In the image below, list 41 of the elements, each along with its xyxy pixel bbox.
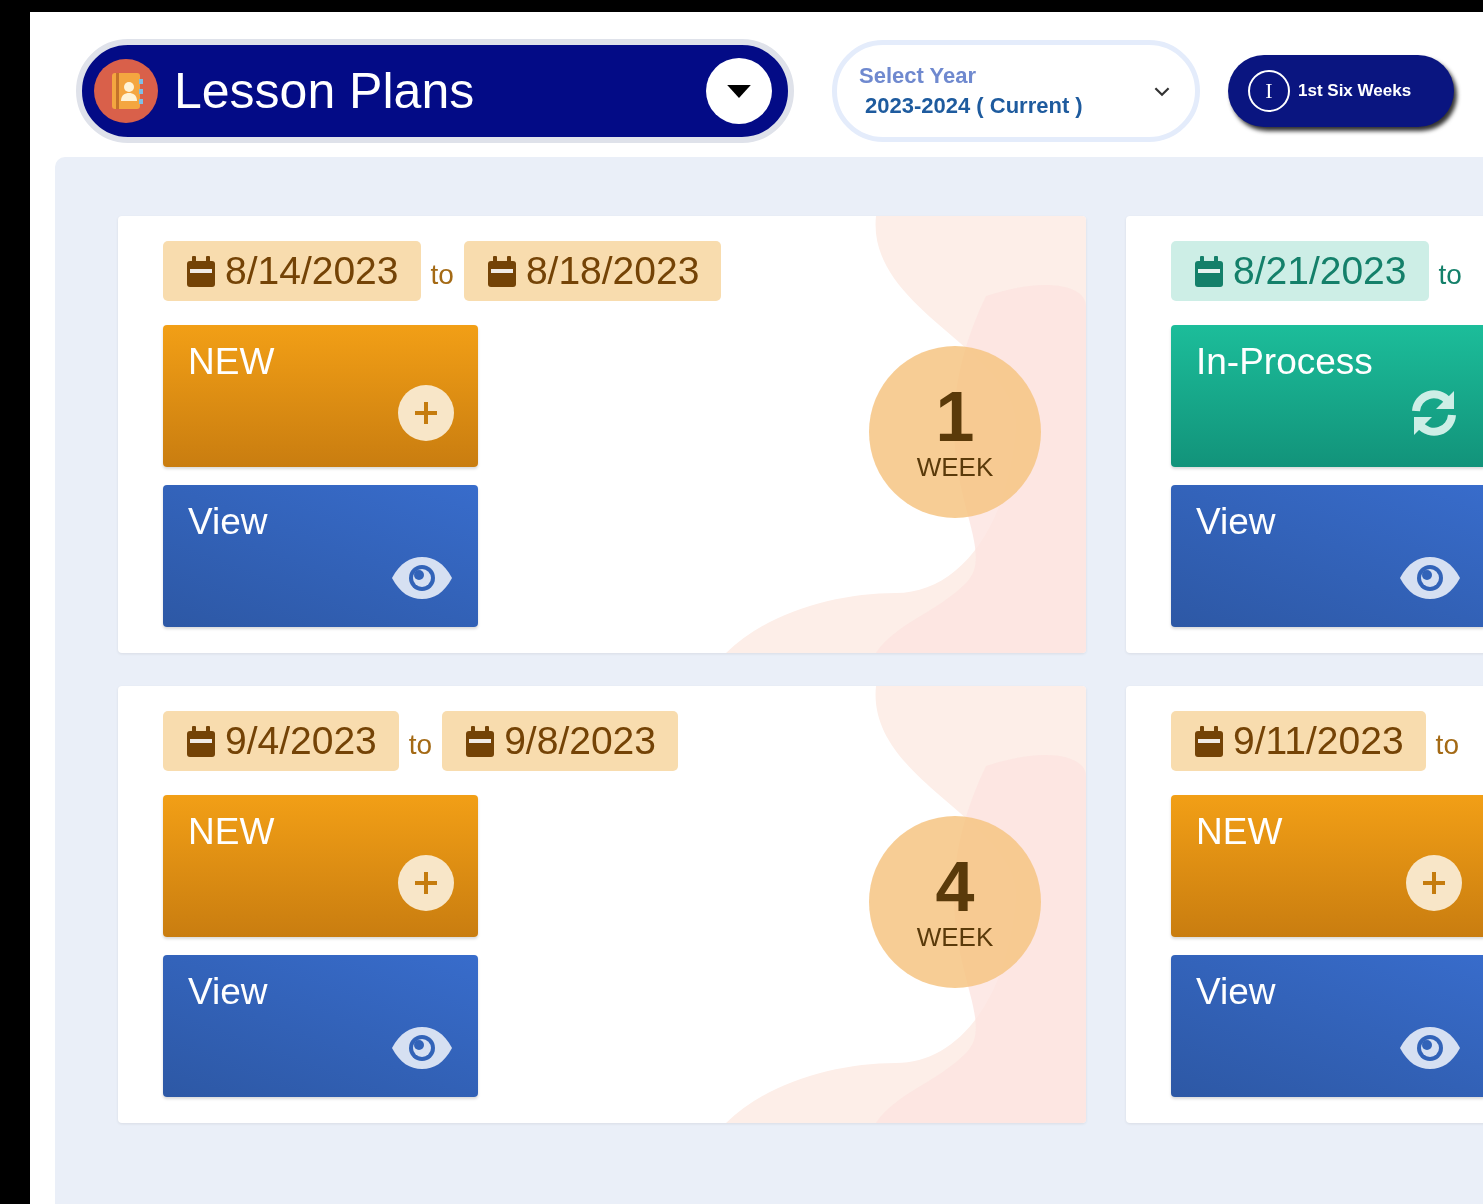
view-button[interactable]: View bbox=[1171, 955, 1483, 1097]
plus-icon bbox=[1406, 855, 1462, 911]
period-button[interactable]: I 1st Six Weeks bbox=[1228, 55, 1454, 127]
select-label: Select Year bbox=[859, 63, 978, 89]
calendar-icon bbox=[485, 255, 518, 287]
eye-icon bbox=[390, 555, 454, 601]
view-button[interactable]: View bbox=[163, 485, 478, 627]
calendar-icon bbox=[185, 255, 217, 287]
date-badge: 8/14/2023 bbox=[163, 241, 421, 301]
week-number: 1 bbox=[935, 381, 975, 452]
date-badge: 8/18/2023 bbox=[463, 241, 722, 301]
calendar-icon bbox=[1193, 725, 1225, 757]
dropdown-button[interactable] bbox=[706, 58, 772, 124]
letter-circle-icon: I bbox=[1248, 70, 1290, 112]
to-label: to bbox=[430, 258, 454, 291]
to-label: to bbox=[1435, 728, 1459, 761]
date-badge: 9/4/2023 bbox=[163, 711, 399, 771]
calendar-icon bbox=[1193, 255, 1225, 287]
calendar-icon bbox=[185, 725, 217, 757]
page-title: Lesson Plans bbox=[174, 62, 476, 120]
to-label: to bbox=[408, 728, 433, 761]
date-badge: 9/11/2023 bbox=[1171, 711, 1426, 771]
view-button[interactable]: View bbox=[163, 955, 478, 1097]
week-number: 4 bbox=[935, 851, 975, 922]
date-badge: 9/8/2023 bbox=[442, 711, 678, 771]
select-value: 2023-2024 ( Current ) bbox=[864, 93, 1083, 119]
view-button[interactable]: View bbox=[1171, 485, 1483, 627]
calendar-icon bbox=[464, 725, 497, 757]
to-label: to bbox=[1438, 258, 1462, 291]
year-select[interactable]: Select Year 2023-2024 ( Current ) bbox=[832, 40, 1200, 142]
plus-icon bbox=[398, 385, 454, 441]
plus-icon bbox=[398, 855, 454, 911]
caret-icon bbox=[726, 83, 752, 99]
eye-icon bbox=[1398, 1025, 1462, 1071]
week-label: WEEK bbox=[916, 451, 994, 483]
chevron-down-icon bbox=[1153, 85, 1171, 97]
eye-icon bbox=[390, 1025, 454, 1071]
eye-icon bbox=[1398, 555, 1462, 601]
date-badge: 8/21/2023 bbox=[1171, 241, 1429, 301]
week-label: WEEK bbox=[916, 921, 994, 953]
notebook-icon bbox=[94, 59, 158, 123]
